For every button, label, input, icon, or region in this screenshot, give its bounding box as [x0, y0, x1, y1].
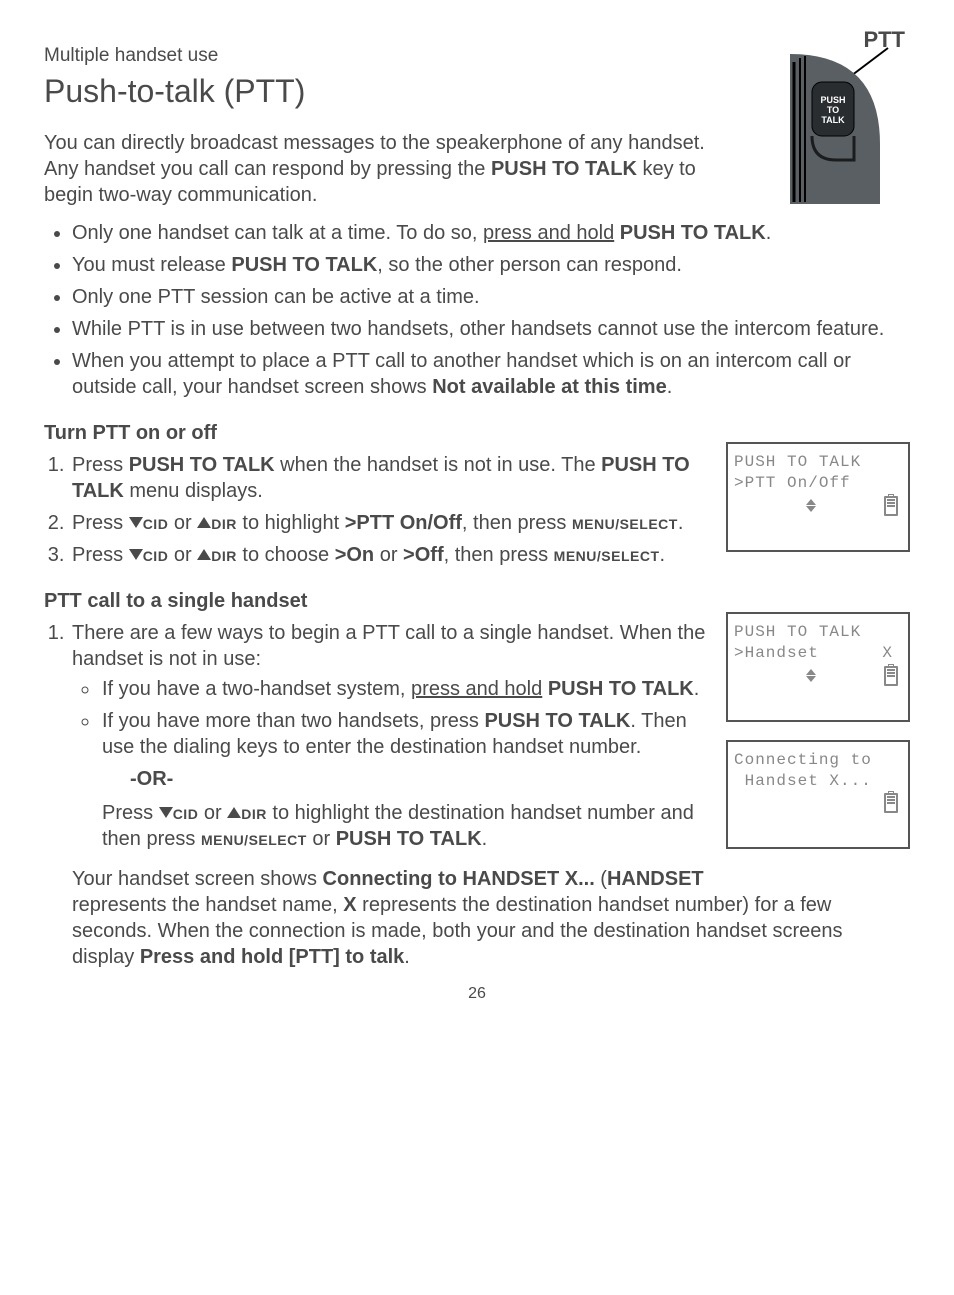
- rk1: Connecting to HANDSET X...: [323, 868, 595, 890]
- rk3: X: [343, 894, 356, 916]
- down-triangle-icon: [129, 549, 143, 560]
- cid2: CID: [143, 544, 169, 566]
- sub1a: If you have a two-handset system,: [102, 678, 411, 700]
- b2k: PUSH TO TALK: [231, 254, 377, 276]
- ts2b: or: [168, 512, 197, 534]
- ts3c: to choose: [237, 544, 335, 566]
- ptt-callout-label: PTT: [863, 26, 905, 55]
- dir1: DIR: [211, 512, 237, 534]
- b5b: .: [667, 376, 673, 398]
- ra: Your handset screen shows: [72, 868, 323, 890]
- lcd-screens-single: PUSH TO TALK >Handset X Connecting to Ha…: [726, 612, 910, 867]
- rc: represents the handset name,: [72, 894, 343, 916]
- ts2d: , then press: [462, 512, 572, 534]
- rb: (: [595, 868, 607, 890]
- battery-icon: [884, 496, 898, 516]
- b5k: Not available at this time: [432, 376, 667, 398]
- subhead-single-handset: PTT call to a single handset: [44, 588, 910, 614]
- sub2k: PUSH TO TALK: [484, 710, 630, 732]
- lcd3-line1: Connecting to: [734, 750, 902, 771]
- ms2: MENU/SELECT: [554, 544, 660, 566]
- up-triangle-icon: [197, 549, 211, 560]
- ts2e: .: [678, 512, 684, 534]
- dir3: DIR: [241, 802, 267, 824]
- intro-bullets: Only one handset can talk at a time. To …: [44, 220, 910, 400]
- sub2a: If you have more than two handsets, pres…: [102, 710, 484, 732]
- bullet-2: You must release PUSH TO TALK, so the ot…: [72, 252, 910, 278]
- ts3k2: >Off: [403, 544, 444, 566]
- lcd3-line2: Handset X...: [734, 771, 902, 792]
- altb: or: [198, 802, 227, 824]
- rk2: HANDSET: [607, 868, 704, 890]
- ts3b: or: [168, 544, 197, 566]
- cid1: CID: [143, 512, 169, 534]
- down-triangle-icon: [129, 517, 143, 528]
- ss1: There are a few ways to begin a PTT call…: [72, 622, 705, 670]
- up-triangle-icon: [197, 517, 211, 528]
- intro-key1: PUSH TO TALK: [491, 158, 637, 180]
- altd: or: [307, 828, 336, 850]
- bullet-5: When you attempt to place a PTT call to …: [72, 348, 910, 400]
- lcd-screen-handset-select: PUSH TO TALK >Handset X: [726, 612, 910, 722]
- lcd-screen-ptt-onoff: PUSH TO TALK >PTT On/Off: [726, 442, 910, 570]
- ptt-button-text-3: TALK: [814, 116, 852, 126]
- result-paragraph: Your handset screen shows Connecting to …: [72, 866, 910, 970]
- ts1a: Press: [72, 454, 129, 476]
- b1c: .: [766, 222, 772, 244]
- ts3e: , then press: [444, 544, 554, 566]
- battery-icon: [884, 793, 898, 813]
- altk1: MENU/SELECT: [201, 828, 307, 850]
- b1k: PUSH TO TALK: [620, 222, 766, 244]
- sub1u: press and hold: [411, 678, 542, 700]
- ts1k1: PUSH TO TALK: [129, 454, 275, 476]
- lcd1-line1: PUSH TO TALK: [734, 452, 902, 473]
- bullet-4: While PTT is in use between two handsets…: [72, 316, 910, 342]
- bullet-1: Only one handset can talk at a time. To …: [72, 220, 910, 246]
- ts1c: menu displays.: [124, 480, 263, 502]
- lcd1-line2: >PTT On/Off: [734, 473, 902, 494]
- page-number: 26: [44, 984, 910, 1005]
- handset-ptt-figure: PTT PUSH TO TALK: [750, 44, 910, 214]
- re: .: [404, 946, 410, 968]
- up-triangle-icon: [227, 807, 241, 818]
- ts1b: when the handset is not in use. The: [275, 454, 602, 476]
- ts2k: >PTT On/Off: [345, 512, 462, 534]
- dir2: DIR: [211, 544, 237, 566]
- b1a: Only one handset can talk at a time. To …: [72, 222, 483, 244]
- ts2c: to highlight: [237, 512, 345, 534]
- ts3f: .: [660, 544, 666, 566]
- b2a: You must release: [72, 254, 231, 276]
- lcd2-line1: PUSH TO TALK: [734, 622, 902, 643]
- rk4: Press and hold [PTT] to talk: [140, 946, 404, 968]
- lcd-screen-connecting: Connecting to Handset X...: [726, 740, 910, 850]
- b2b: , so the other person can respond.: [377, 254, 682, 276]
- sub1k: PUSH TO TALK: [548, 678, 694, 700]
- ts3k1: >On: [335, 544, 374, 566]
- nav-arrows-icon: [806, 669, 816, 682]
- b1u: press and hold: [483, 222, 614, 244]
- bullet-3: Only one PTT session can be active at a …: [72, 284, 910, 310]
- battery-icon: [884, 666, 898, 686]
- nav-arrows-icon: [806, 499, 816, 512]
- alta: Press: [102, 802, 159, 824]
- sub1c: .: [694, 678, 700, 700]
- ts3a: Press: [72, 544, 129, 566]
- ts2a: Press: [72, 512, 129, 534]
- cid3: CID: [173, 802, 199, 824]
- lcd2-line2: >Handset X: [734, 643, 902, 664]
- alte: .: [482, 828, 488, 850]
- ms1: MENU/SELECT: [572, 512, 678, 534]
- altk2: PUSH TO TALK: [336, 828, 482, 850]
- ts3d: or: [374, 544, 403, 566]
- down-triangle-icon: [159, 807, 173, 818]
